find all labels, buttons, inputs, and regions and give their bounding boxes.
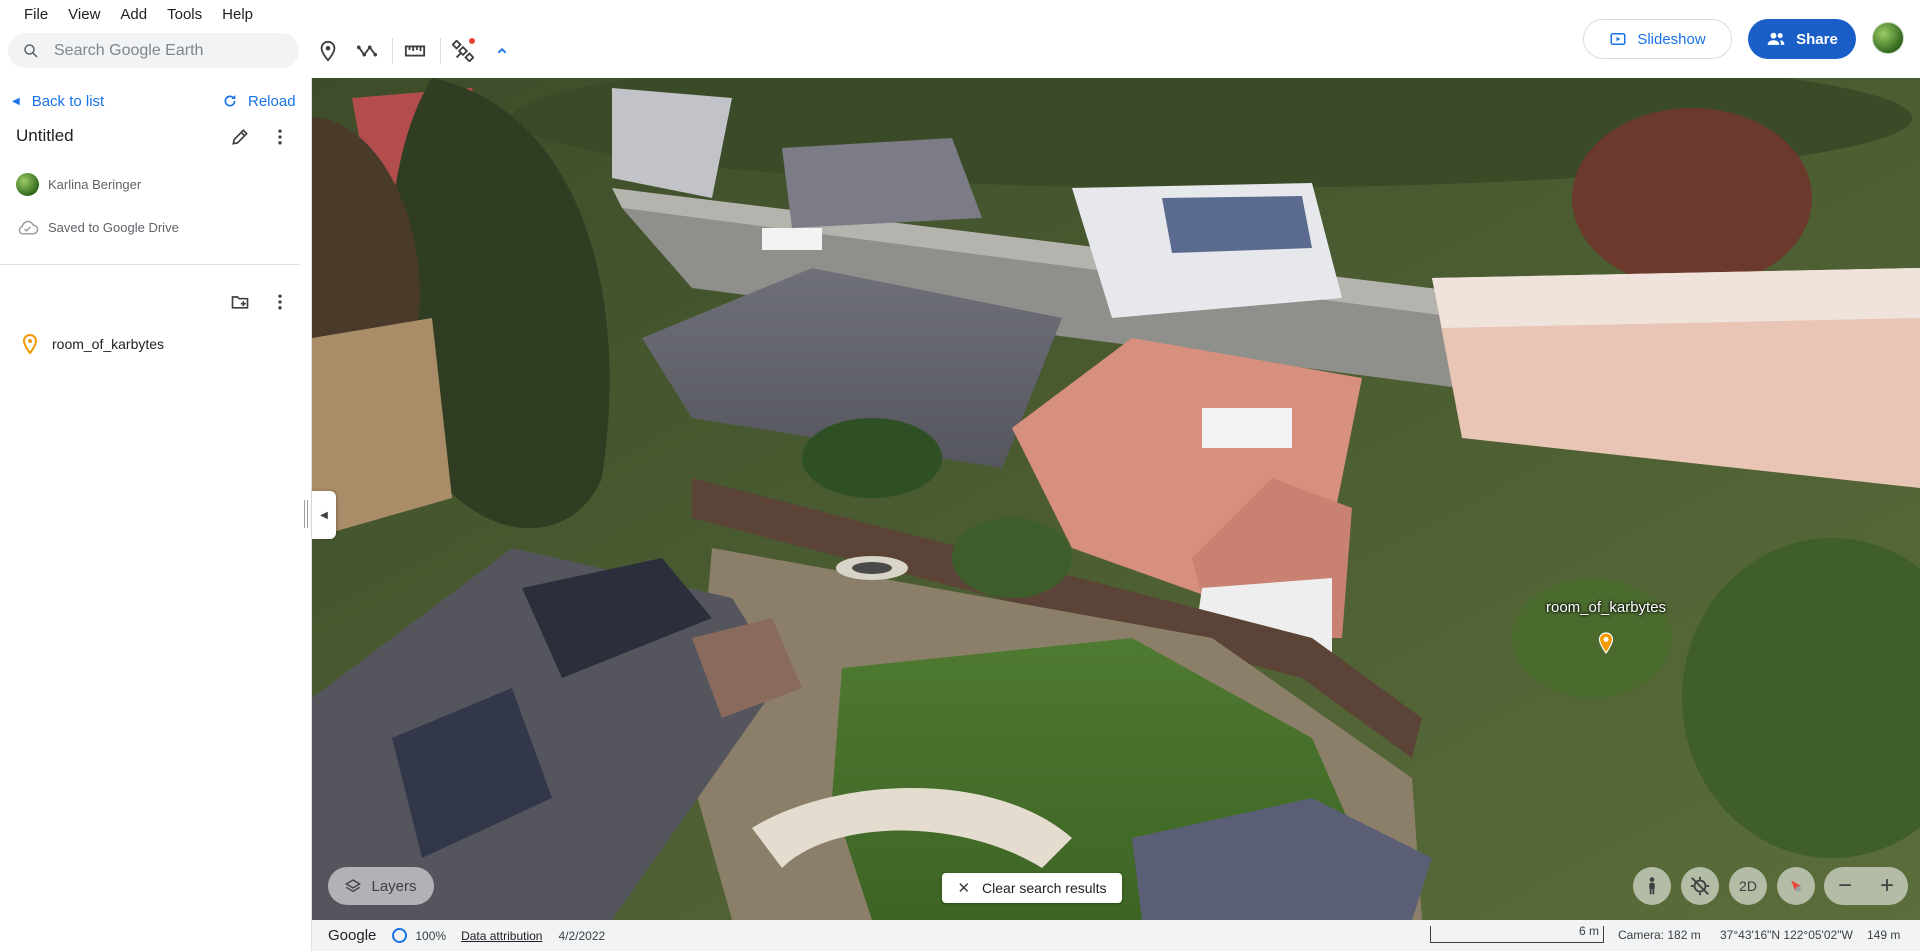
collapse-toolbar-button[interactable] [486,35,518,67]
share-button[interactable]: Share [1748,19,1856,59]
features-more-button[interactable] [266,288,294,316]
layers-button[interactable]: Layers [328,867,434,905]
cursor-coordinates: 37°43'16"N 122°05'02"W [1720,928,1853,942]
more-vert-icon [278,294,282,310]
sidebar-divider [0,264,300,265]
reload-icon [224,95,236,107]
slideshow-button[interactable]: Slideshow [1583,19,1732,59]
path-icon [356,45,378,56]
menu-bar: File View Add Tools Help [0,0,263,30]
chevron-up-icon [497,47,507,53]
imagery-date: 4/2/2022 [558,928,606,943]
aerial-imagery[interactable] [312,78,1920,920]
layers-icon [345,879,362,893]
location-button[interactable] [1681,867,1719,905]
scale-label: 6 m [1578,924,1599,938]
menu-add[interactable]: Add [110,0,157,30]
project-title: Untitled [16,126,74,145]
view-mode-label: 2D [1739,878,1757,894]
slideshow-label: Slideshow [1637,30,1706,48]
search-input[interactable] [54,41,284,60]
reload-button[interactable]: Reload [222,86,296,116]
cloud-icon [18,220,39,235]
zoom-controls: − + [1824,867,1908,905]
load-percent: 100% [415,928,447,943]
more-vert-icon [278,129,282,145]
clear-search-results-button[interactable]: ✕ Clear search results [942,873,1122,903]
load-progress-icon [392,928,408,943]
toolbar-divider [440,37,441,64]
toolbar [312,33,525,68]
menu-view[interactable]: View [58,0,110,30]
menu-file[interactable]: File [14,0,58,30]
add-folder-icon [231,296,249,309]
zoom-in-button[interactable]: + [1880,872,1894,900]
notification-dot [469,37,475,44]
close-icon: ✕ [957,880,971,897]
sidebar-resize-handle[interactable] [304,500,308,528]
top-bar: File View Add Tools Help Slideshow [0,0,1920,78]
owner-name: Karlina Beringer [48,177,142,192]
measure-button[interactable] [399,35,431,67]
layers-label: Layers [371,877,417,895]
ground-elevation: 149 m [1867,928,1901,942]
satellite-button[interactable] [447,35,479,67]
status-bar: Google 100% Data attribution 4/2/2022 6 … [312,920,1920,951]
scale-bar[interactable]: 6 m [1430,924,1604,943]
compass-button[interactable] [1777,867,1815,905]
menu-tools[interactable]: Tools [157,0,212,30]
people-icon [1767,32,1785,45]
owner-avatar [16,173,39,196]
new-folder-button[interactable] [226,288,254,316]
draw-path-button[interactable] [351,35,383,67]
save-status: Saved to Google Drive [16,218,179,236]
back-to-list-link[interactable]: ◀ Back to list [12,86,104,116]
feature-name: room_of_karbytes [52,336,165,352]
add-placemark-button[interactable] [312,35,344,67]
google-logo: Google [328,927,377,944]
map-placemark-icon[interactable] [1598,632,1614,654]
reload-label: Reload [248,92,296,110]
street-view-button[interactable] [1633,867,1671,905]
back-label: Back to list [31,92,105,110]
menu-help[interactable]: Help [212,0,263,30]
placemark-icon [22,334,38,354]
slideshow-icon [1610,33,1626,45]
data-attribution-link[interactable]: Data attribution [461,929,542,943]
map-view[interactable]: room_of_karbytes [312,78,1920,920]
ruler-icon [404,45,426,56]
save-status-label: Saved to Google Drive [48,219,179,235]
caret-left-icon: ◀ [320,509,328,521]
search-icon [24,43,38,58]
project-more-button[interactable] [266,123,294,151]
pencil-icon [232,129,248,145]
project-owner: Karlina Beringer [16,173,141,196]
camera-altitude: Camera: 182 m [1618,928,1701,942]
collapse-sidebar-button[interactable]: ◀ [312,491,336,539]
sidebar-header: ◀ Back to list Reload [0,86,312,116]
account-avatar[interactable] [1872,22,1904,54]
pegman-icon [1649,877,1655,895]
edit-title-button[interactable] [226,123,254,151]
share-label: Share [1796,30,1838,48]
search-box[interactable] [8,33,299,68]
location-off-icon [1690,876,1710,896]
zoom-out-button[interactable]: − [1838,872,1852,900]
toolbar-divider [392,37,393,64]
placemark-map-label[interactable]: room_of_karbytes [1546,599,1666,616]
feature-list-item[interactable]: room_of_karbytes [22,334,164,354]
caret-left-icon: ◀ [12,95,20,107]
sidebar: ◀ Back to list Reload Untitled Karlina B… [0,78,312,951]
placemark-icon [320,40,336,62]
clear-search-label: Clear search results [982,880,1107,896]
compass-icon [1791,880,1801,892]
view-mode-2d-button[interactable]: 2D [1729,867,1767,905]
